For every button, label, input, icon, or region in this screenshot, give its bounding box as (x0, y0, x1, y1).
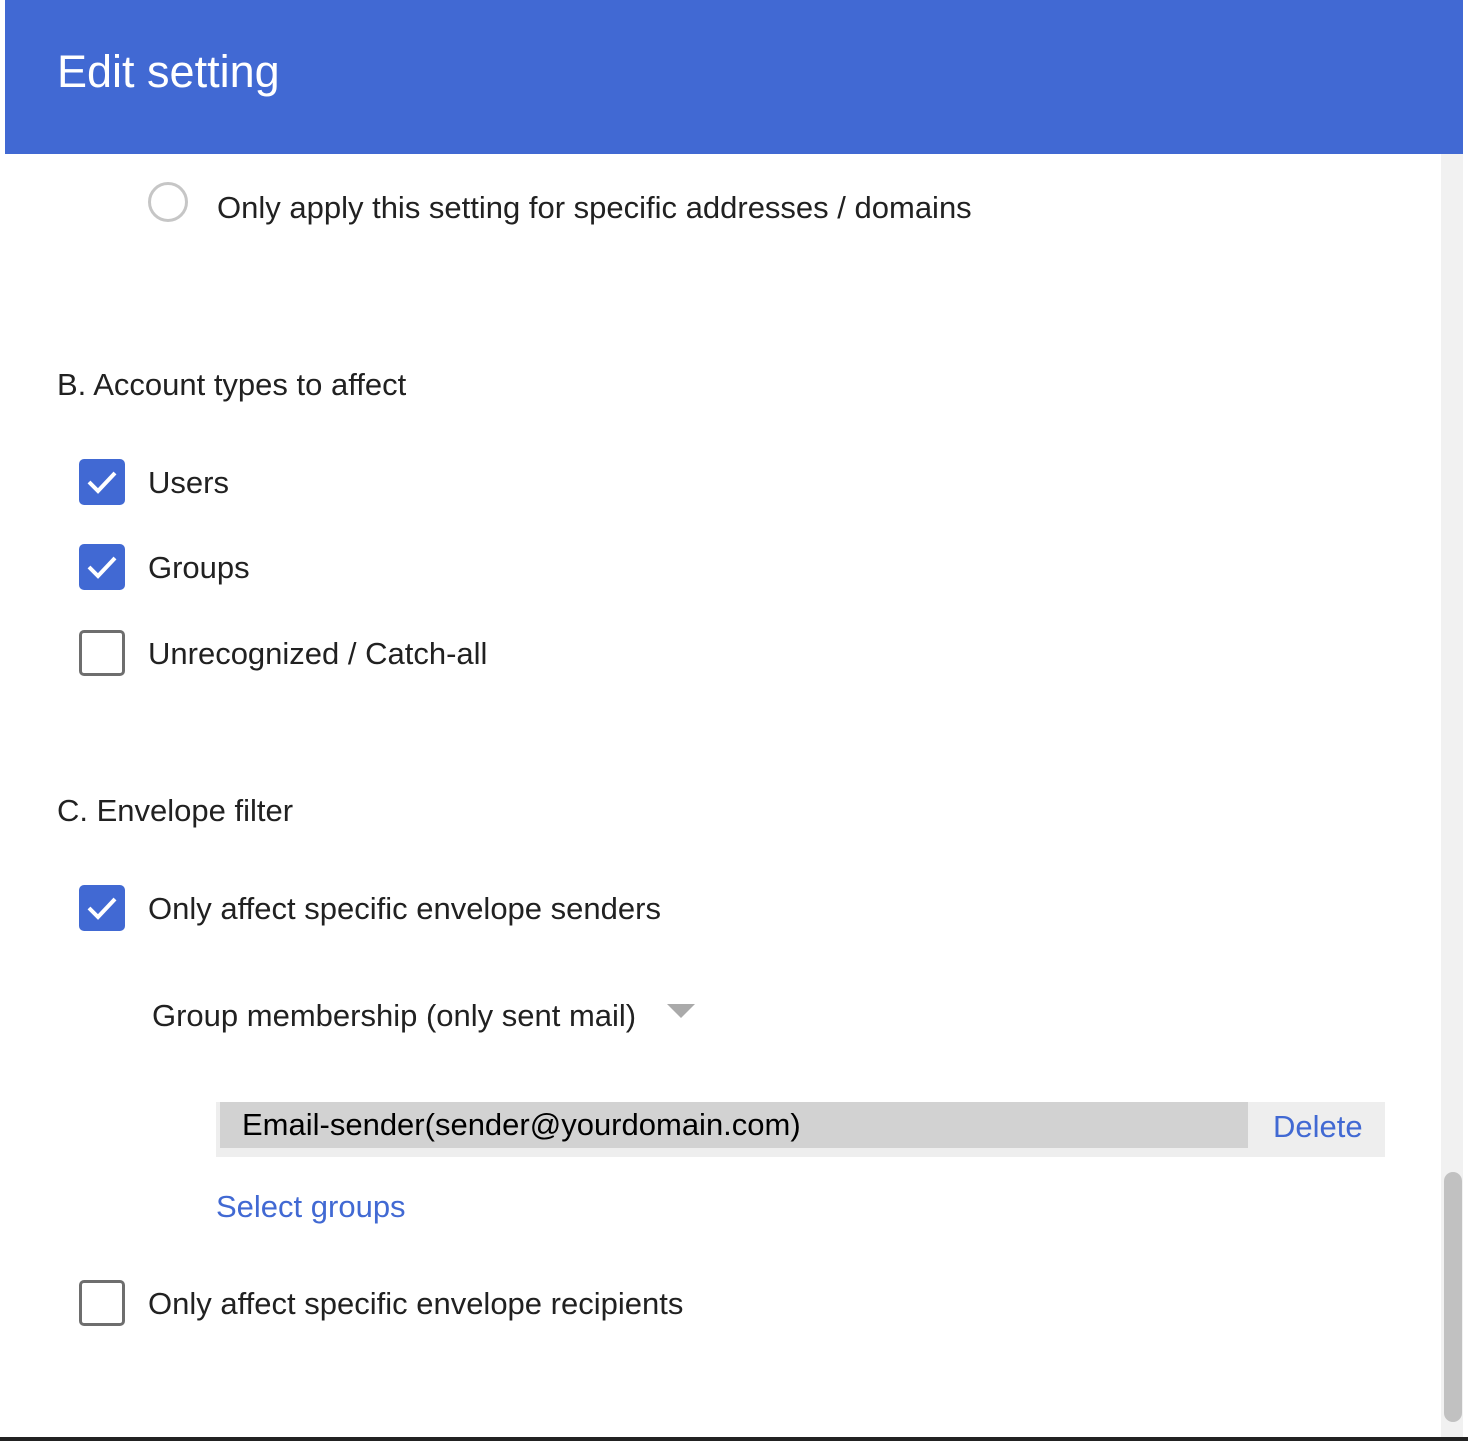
sender-filter-dropdown[interactable]: Group membership (only sent mail) (152, 996, 636, 1036)
envelope-senders-checkbox-label: Only affect specific envelope senders (148, 891, 661, 926)
envelope-recipients-checkbox[interactable] (79, 1280, 125, 1326)
envelope-filter-section-title: C. Envelope filter (57, 793, 294, 828)
envelope-senders-checkbox[interactable] (79, 885, 125, 931)
dialog-content: Only apply this setting for specific add… (5, 154, 1441, 1437)
catch-all-checkbox[interactable] (79, 630, 125, 676)
check-icon (87, 556, 117, 579)
chevron-down-icon[interactable] (667, 1004, 695, 1018)
group-chip: Email-sender(sender@yourdomain.com) (220, 1102, 1248, 1148)
dialog-header: Edit setting (5, 0, 1463, 154)
dialog-title: Edit setting (57, 46, 280, 97)
scrollbar-thumb[interactable] (1444, 1172, 1462, 1422)
users-checkbox-label: Users (148, 465, 229, 500)
group-chip-label: Email-sender(sender@yourdomain.com) (242, 1107, 801, 1142)
delete-group-link[interactable]: Delete (1273, 1107, 1363, 1147)
vertical-scrollbar[interactable] (1441, 154, 1463, 1437)
catch-all-checkbox-label: Unrecognized / Catch-all (148, 636, 488, 671)
edit-setting-dialog: Edit setting Only apply this setting for… (5, 0, 1463, 1437)
groups-checkbox[interactable] (79, 544, 125, 590)
users-checkbox[interactable] (79, 459, 125, 505)
specific-addresses-radio[interactable] (148, 182, 188, 222)
account-types-section-title: B. Account types to affect (57, 367, 407, 402)
select-groups-link[interactable]: Select groups (216, 1187, 406, 1227)
selected-group-row: Email-sender(sender@yourdomain.com) Dele… (216, 1102, 1385, 1157)
specific-addresses-radio-label: Only apply this setting for specific add… (217, 190, 972, 225)
check-icon (87, 897, 117, 920)
bottom-border (0, 1437, 1468, 1441)
groups-checkbox-label: Groups (148, 550, 250, 585)
envelope-recipients-checkbox-label: Only affect specific envelope recipients (148, 1286, 684, 1321)
check-icon (87, 471, 117, 494)
